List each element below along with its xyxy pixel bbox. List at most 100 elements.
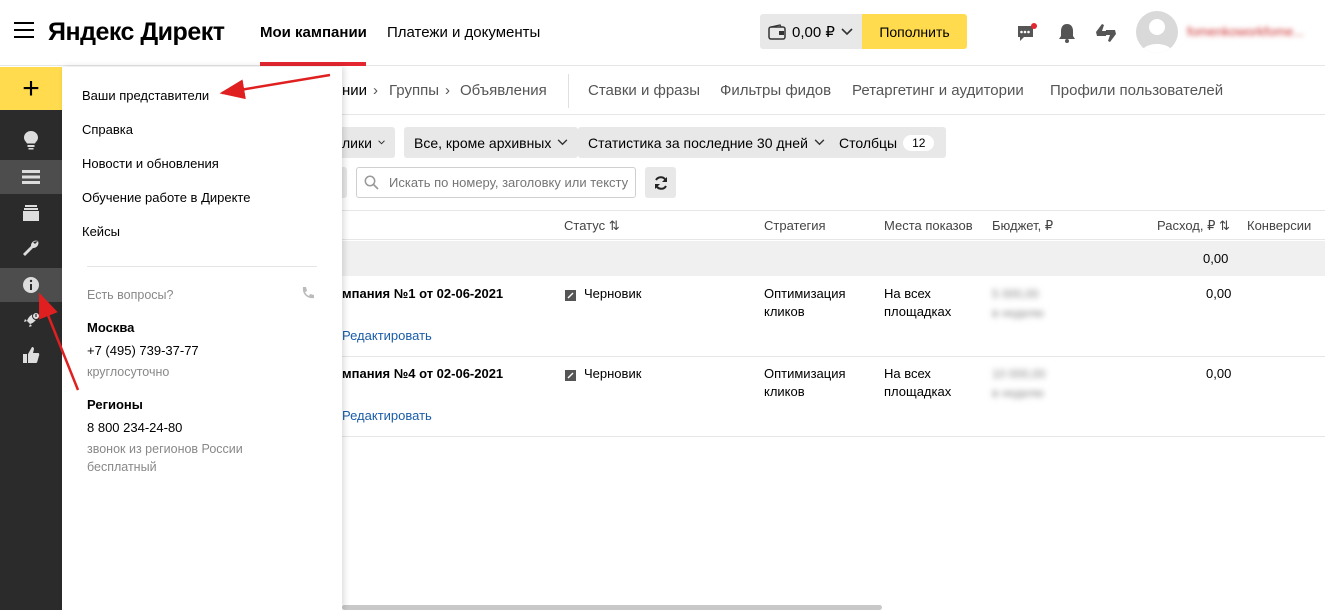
draft-icon xyxy=(565,368,576,386)
filter-status-label: Все, кроме архивных xyxy=(414,134,552,151)
campaign-name[interactable]: мпания №4 от 02-06-2021 xyxy=(342,365,503,383)
columns-count-badge: 12 xyxy=(903,134,935,151)
status-badge: Черновик xyxy=(584,286,642,301)
nav-active-indicator xyxy=(260,62,366,66)
nav-my-campaigns[interactable]: Мои кампании xyxy=(260,24,367,41)
places-line: На всех xyxy=(884,366,931,381)
column-conversions[interactable]: Конверсии xyxy=(1247,218,1311,233)
search-icon xyxy=(364,175,379,195)
strategy-line: кликов xyxy=(764,304,805,319)
strategy-line: кликов xyxy=(764,384,805,399)
budget-value: 5 000,00 xyxy=(992,287,1039,301)
bell-icon[interactable] xyxy=(1056,22,1078,44)
phone-icon xyxy=(300,286,316,307)
moscow-phone[interactable]: +7 (495) 739-37-77 xyxy=(87,343,199,358)
draft-icon xyxy=(565,288,576,306)
strategy-line: Оптимизация xyxy=(764,366,846,381)
tab-campaigns[interactable]: нии xyxy=(342,82,367,99)
column-budget[interactable]: Бюджет, ₽ xyxy=(992,218,1053,234)
menu-item-help[interactable]: Справка xyxy=(82,122,133,137)
nav-payments[interactable]: Платежи и документы xyxy=(387,24,540,41)
tab-divider xyxy=(568,74,569,108)
rocket-icon[interactable] xyxy=(0,303,62,337)
budget-value: 10 000,00 xyxy=(992,367,1046,381)
filter-type-dropdown[interactable]: лики xyxy=(342,127,395,158)
tab-user-profiles[interactable]: Профили пользователей xyxy=(1050,82,1223,99)
places-line: На всех xyxy=(884,286,931,301)
edit-link[interactable]: Редактировать xyxy=(342,407,432,425)
questions-label: Есть вопросы? xyxy=(87,288,174,302)
lightbulb-icon[interactable] xyxy=(0,123,62,157)
app-logo[interactable]: Яндекс Директ xyxy=(48,18,225,47)
status-badge: Черновик xyxy=(584,366,642,381)
refresh-button[interactable] xyxy=(645,167,676,198)
filter-period-dropdown[interactable]: Статистика за последние 30 дней xyxy=(578,127,835,158)
info-icon[interactable] xyxy=(0,268,62,302)
columns-label: Столбцы xyxy=(839,134,898,151)
menu-burger-icon[interactable] xyxy=(14,22,34,40)
regions-note-free: бесплатный xyxy=(87,460,157,474)
left-sidebar: + xyxy=(0,67,62,610)
budget-period: в неделю xyxy=(992,386,1045,400)
totals-row xyxy=(342,241,1325,276)
chevron-down-icon xyxy=(558,139,568,146)
top-header: Яндекс Директ Мои кампании Платежи и док… xyxy=(0,0,1325,66)
horizontal-scrollbar[interactable] xyxy=(342,605,882,610)
columns-button[interactable]: Столбцы 12 xyxy=(827,127,947,158)
chat-icon[interactable] xyxy=(1016,22,1038,44)
regions-note: звонок из регионов России xyxy=(87,442,243,456)
archive-icon[interactable] xyxy=(0,196,62,230)
column-spend[interactable]: Расход, ₽ ⇅ xyxy=(1157,218,1230,234)
menu-item-cases[interactable]: Кейсы xyxy=(82,224,120,239)
column-places[interactable]: Места показов xyxy=(884,218,973,233)
add-campaign-button[interactable]: + xyxy=(0,67,62,110)
chevron-right-icon: › xyxy=(373,82,378,99)
avatar[interactable] xyxy=(1136,11,1178,53)
search-input[interactable] xyxy=(356,167,636,198)
moscow-hours: круглосуточно xyxy=(87,365,170,379)
tab-feed-filters[interactable]: Фильтры фидов xyxy=(720,82,831,99)
filter-type-label: лики xyxy=(342,134,372,151)
filter-period-label: Статистика за последние 30 дней xyxy=(588,134,808,151)
topup-button[interactable]: Пополнить xyxy=(862,14,967,49)
wrench-icon[interactable] xyxy=(0,231,62,265)
tab-retargeting[interactable]: Ретаргетинг и аудитории xyxy=(852,82,1024,99)
spend-value: 0,00 xyxy=(1206,286,1232,301)
column-strategy[interactable]: Стратегия xyxy=(764,218,826,233)
column-status[interactable]: Статус ⇅ xyxy=(564,218,620,234)
menu-divider xyxy=(87,266,317,267)
regions-phone[interactable]: 8 800 234-24-80 xyxy=(87,420,182,435)
column-status-label: Статус xyxy=(564,218,606,233)
chevron-down-icon xyxy=(841,27,853,35)
chevron-down-icon xyxy=(378,140,385,145)
places-line: площадках xyxy=(884,384,952,399)
filter-status-dropdown[interactable]: Все, кроме архивных xyxy=(404,127,579,158)
menu-item-training[interactable]: Обучение работе в Директе xyxy=(82,190,250,205)
user-login[interactable]: fomenkoworkfome... xyxy=(1187,24,1304,39)
balance-button[interactable]: 0,00 ₽ xyxy=(760,14,862,49)
regions-title: Регионы xyxy=(87,397,143,412)
places-line: площадках xyxy=(884,304,952,319)
menu-item-news[interactable]: Новости и обновления xyxy=(82,156,219,171)
feedback-icon[interactable] xyxy=(1094,22,1116,44)
campaigns-list-icon[interactable] xyxy=(0,160,62,194)
row-divider xyxy=(342,356,1325,357)
refresh-icon xyxy=(654,175,667,190)
thumbs-up-icon[interactable] xyxy=(0,338,62,372)
strategy-line: Оптимизация xyxy=(764,286,846,301)
tab-bids[interactable]: Ставки и фразы xyxy=(588,82,700,99)
search-prefix-button[interactable] xyxy=(342,167,347,198)
sort-icon[interactable]: ⇅ xyxy=(1219,218,1230,233)
edit-link[interactable]: Редактировать xyxy=(342,327,432,345)
row-divider xyxy=(342,436,1325,437)
sort-icon[interactable]: ⇅ xyxy=(609,218,620,233)
moscow-title: Москва xyxy=(87,320,135,335)
spend-value: 0,00 xyxy=(1206,366,1232,381)
tab-ads[interactable]: Объявления xyxy=(460,82,547,99)
campaign-name[interactable]: мпания №1 от 02-06-2021 xyxy=(342,285,503,303)
total-spend: 0,00 xyxy=(1203,251,1229,266)
menu-item-representatives[interactable]: Ваши представители xyxy=(82,88,209,103)
chevron-down-icon xyxy=(814,139,825,146)
balance-value: 0,00 ₽ xyxy=(792,23,835,41)
tab-groups[interactable]: Группы xyxy=(389,82,439,99)
